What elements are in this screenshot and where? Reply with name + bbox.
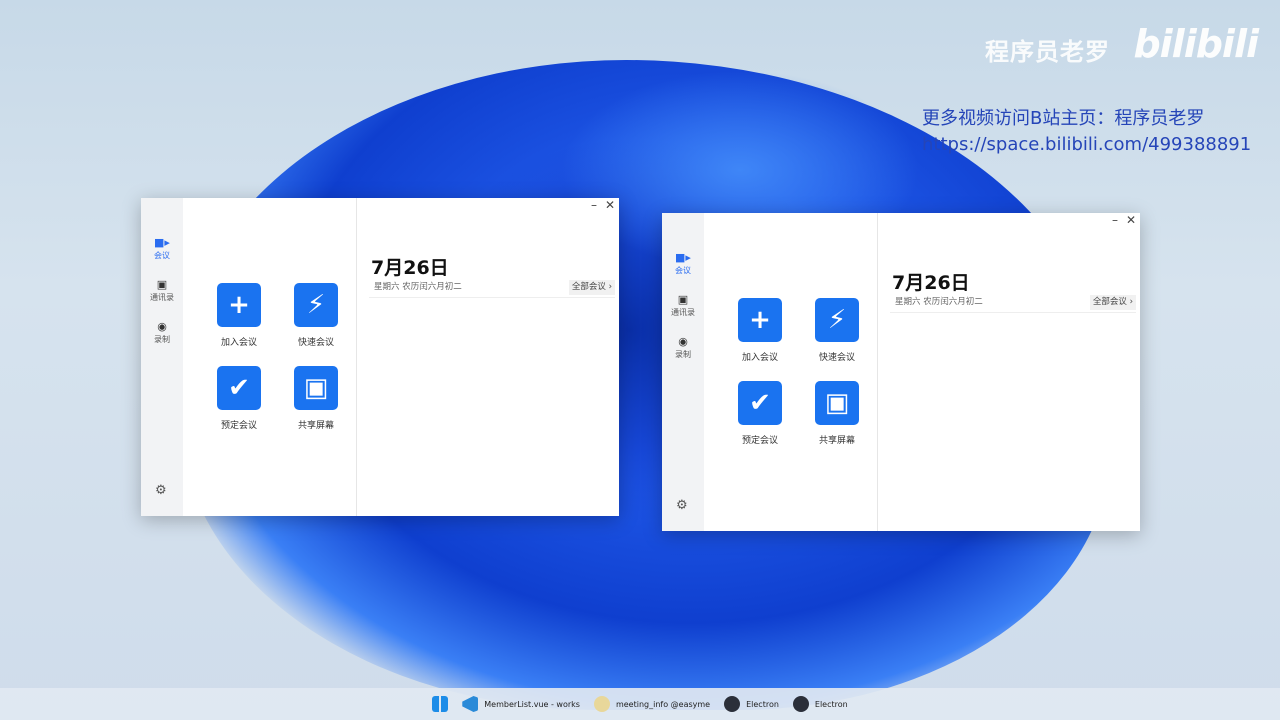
promo-url: https://space.bilibili.com/499388891	[922, 134, 1252, 155]
schedule-meeting-button[interactable]: ✔ 预定会议	[730, 381, 790, 446]
share-screen-button[interactable]: ▣ 共享屏幕	[286, 366, 346, 431]
video-icon: ■▸	[154, 236, 170, 249]
actions-panel: + 加入会议 ⚡ 快速会议 ✔ 预定会议 ▣ 共享屏幕	[704, 213, 878, 531]
share-screen-icon: ▣	[294, 366, 338, 410]
date-heading: 7月26日	[892, 272, 970, 294]
windows-start-icon[interactable]	[432, 696, 449, 712]
lunar-date: 星期六 农历闰六月初二	[374, 282, 462, 292]
sidebar: ■▸ 会议 ▣ 通讯录 ◉ 录制 ⚙	[662, 213, 704, 531]
taskbar-label: meeting_info @easyme	[615, 699, 711, 709]
share-screen-button[interactable]: ▣ 共享屏幕	[807, 381, 867, 446]
action-label: 共享屏幕	[297, 421, 334, 431]
browser-icon	[593, 696, 610, 712]
electron-icon	[792, 696, 809, 712]
record-icon: ◉	[157, 320, 167, 333]
sidebar-item-record[interactable]: ◉ 录制	[662, 335, 704, 360]
all-meetings-label: 全部会议	[1092, 297, 1127, 307]
sidebar-item-label: 会议	[154, 251, 170, 260]
watermark-channel: 程序员老罗	[985, 38, 1110, 66]
action-label: 快速会议	[818, 353, 855, 363]
action-label: 共享屏幕	[818, 436, 855, 446]
taskbar-label: Electron	[746, 699, 779, 709]
action-label: 预定会议	[220, 421, 257, 431]
minimize-button[interactable]: –	[1112, 213, 1118, 227]
sidebar-item-label: 录制	[154, 335, 170, 344]
vscode-icon	[462, 696, 479, 712]
bilibili-logo: bilibili	[1133, 22, 1259, 66]
electron-icon	[724, 696, 741, 712]
lightning-icon: ⚡	[294, 283, 338, 327]
plus-icon: +	[738, 298, 782, 342]
gear-icon[interactable]: ⚙	[155, 483, 167, 498]
lightning-icon: ⚡	[815, 298, 859, 342]
quick-meeting-button[interactable]: ⚡ 快速会议	[807, 298, 867, 363]
action-label: 快速会议	[297, 338, 334, 348]
action-label: 加入会议	[220, 338, 257, 348]
app-window-1: ■▸ 会议 ▣ 通讯录 ◉ 录制 ⚙ + 加入会议 ⚡ 快速会议 ✔ 预定会议 ▣ 共享屏幕 …	[141, 198, 619, 516]
check-icon: ✔	[738, 381, 782, 425]
sidebar-item-meeting[interactable]: ■▸ 会议	[141, 236, 183, 261]
contacts-icon: ▣	[677, 293, 689, 306]
close-button[interactable]: ✕	[1126, 213, 1136, 227]
taskbar-label: MemberList.vue - works	[484, 699, 580, 709]
taskbar-item-chrome[interactable]: meeting_info @easyme	[593, 696, 711, 712]
date-subtitle: 星期六 农历闰六月初二 全部会议 ›	[369, 279, 615, 298]
schedule-panel: – ✕ 7月26日 星期六 农历闰六月初二 全部会议 ›	[357, 198, 619, 516]
app-window-2: ■▸ 会议 ▣ 通讯录 ◉ 录制 ⚙ + 加入会议 ⚡ 快速会议 ✔ 预定会议 ▣ 共享屏幕 …	[662, 213, 1140, 531]
sidebar-item-meeting[interactable]: ■▸ 会议	[662, 251, 704, 276]
date-heading: 7月26日	[371, 257, 449, 279]
all-meetings-button[interactable]: 全部会议 ›	[568, 280, 615, 295]
record-icon: ◉	[678, 335, 688, 348]
schedule-meeting-button[interactable]: ✔ 预定会议	[209, 366, 269, 431]
contacts-icon: ▣	[156, 278, 168, 291]
share-screen-icon: ▣	[815, 381, 859, 425]
gear-icon[interactable]: ⚙	[676, 498, 688, 513]
join-meeting-button[interactable]: + 加入会议	[209, 283, 269, 348]
all-meetings-button[interactable]: 全部会议 ›	[1089, 295, 1136, 310]
check-icon: ✔	[217, 366, 261, 410]
sidebar-item-contacts[interactable]: ▣ 通讯录	[662, 293, 704, 318]
action-label: 加入会议	[741, 353, 778, 363]
lunar-date: 星期六 农历闰六月初二	[895, 297, 983, 307]
all-meetings-label: 全部会议	[571, 282, 606, 292]
sidebar-item-record[interactable]: ◉ 录制	[141, 320, 183, 345]
sidebar: ■▸ 会议 ▣ 通讯录 ◉ 录制 ⚙	[141, 198, 183, 516]
sidebar-item-label: 通讯录	[671, 308, 695, 317]
close-button[interactable]: ✕	[605, 198, 615, 212]
taskbar-item-electron-1[interactable]: Electron	[724, 696, 779, 712]
sidebar-item-label: 会议	[675, 266, 691, 275]
video-icon: ■▸	[675, 251, 691, 264]
taskbar-item-electron-2[interactable]: Electron	[792, 696, 848, 712]
action-label: 预定会议	[741, 436, 778, 446]
taskbar: MemberList.vue - works meeting_info @eas…	[0, 688, 1280, 720]
schedule-panel: – ✕ 7月26日 星期六 农历闰六月初二 全部会议 ›	[878, 213, 1140, 531]
plus-icon: +	[217, 283, 261, 327]
sidebar-item-label: 通讯录	[150, 293, 174, 302]
sidebar-item-contacts[interactable]: ▣ 通讯录	[141, 278, 183, 303]
date-subtitle: 星期六 农历闰六月初二 全部会议 ›	[890, 294, 1136, 313]
promo-text: 更多视频访问B站主页：程序员老罗	[922, 108, 1205, 129]
taskbar-label: Electron	[814, 699, 848, 709]
join-meeting-button[interactable]: + 加入会议	[730, 298, 790, 363]
minimize-button[interactable]: –	[591, 198, 597, 212]
sidebar-item-label: 录制	[675, 350, 691, 359]
quick-meeting-button[interactable]: ⚡ 快速会议	[286, 283, 346, 348]
actions-panel: + 加入会议 ⚡ 快速会议 ✔ 预定会议 ▣ 共享屏幕	[183, 198, 357, 516]
taskbar-item-vscode[interactable]: MemberList.vue - works	[462, 696, 580, 712]
